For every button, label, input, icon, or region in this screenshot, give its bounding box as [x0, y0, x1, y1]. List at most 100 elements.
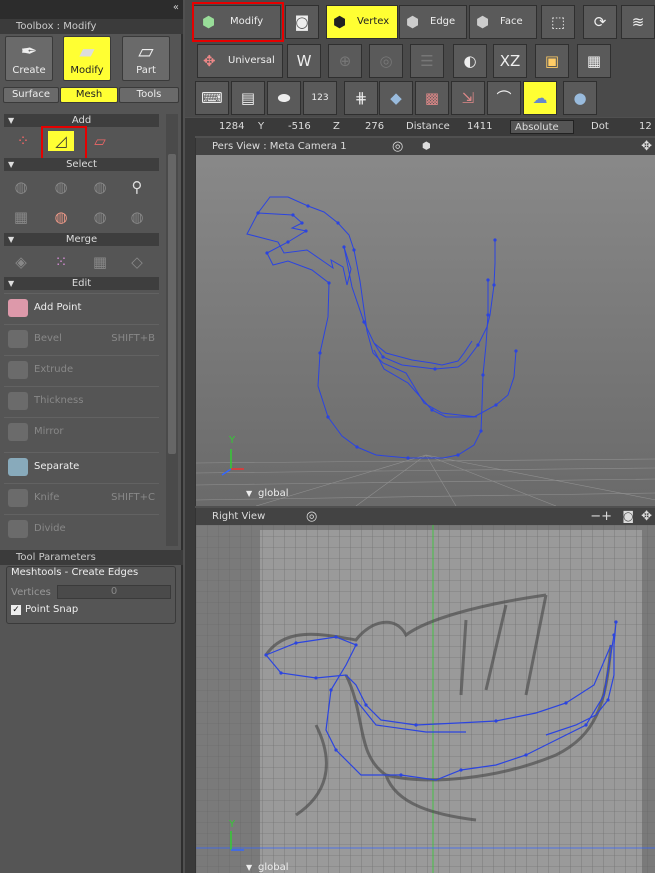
- merge-icon[interactable]: ◈: [8, 252, 34, 272]
- extrude-command[interactable]: Extrude: [4, 355, 159, 383]
- keyboard-icon[interactable]: ⌨: [195, 81, 229, 115]
- w-label: W: [296, 52, 312, 70]
- command-label: Mirror: [34, 426, 64, 437]
- cube-icon[interactable]: ⬢: [422, 138, 431, 155]
- highlight-box: [192, 2, 284, 42]
- select-sphere-icon[interactable]: ◍: [48, 177, 74, 197]
- z-label: Z: [333, 121, 340, 132]
- magnifier-icon[interactable]: ⚲: [124, 177, 150, 197]
- section-select[interactable]: ▼ Select: [4, 158, 159, 171]
- select-sphere-icon[interactable]: ◍: [87, 177, 113, 197]
- bevel-command[interactable]: Bevel SHIFT+B: [4, 324, 159, 352]
- select-sphere-icon[interactable]: ◍: [8, 177, 34, 197]
- thickness-command[interactable]: Thickness: [4, 386, 159, 414]
- edge-cube-icon: ⬢: [406, 13, 420, 31]
- scrollbar-thumb[interactable]: [168, 154, 176, 454]
- select-sphere-icon[interactable]: ◍: [87, 207, 113, 227]
- axis-gizmo: [221, 449, 244, 476]
- separate-command[interactable]: Separate: [4, 452, 159, 480]
- dropdown-arrow-icon[interactable]: ▼: [246, 863, 253, 872]
- move-icon[interactable]: ✥: [641, 508, 652, 525]
- section-merge[interactable]: ▼ Merge: [4, 233, 159, 246]
- point-snap-checkbox[interactable]: ✓: [11, 605, 21, 615]
- cylinder-icon[interactable]: ▤: [231, 81, 265, 115]
- pattern-icon[interactable]: ▩: [415, 81, 449, 115]
- move-icon[interactable]: ✥: [641, 138, 652, 155]
- right-view-header: Right View ◎ −+ ◙ ✥: [196, 508, 655, 525]
- select-sphere-icon[interactable]: ◍: [124, 207, 150, 227]
- sphere-render-icon[interactable]: ●: [563, 81, 597, 115]
- target-icon[interactable]: ⊕: [328, 44, 362, 78]
- axis-icon: ✥: [203, 52, 216, 70]
- section-edit[interactable]: ▼ Edit: [4, 277, 159, 290]
- vertex-mode-button[interactable]: ⬢ Vertex: [326, 5, 398, 39]
- vertices-field[interactable]: 0: [57, 585, 171, 599]
- part-mode-label: Part: [136, 65, 156, 76]
- blocks-icon[interactable]: ◆: [379, 81, 413, 115]
- modify-mode-button[interactable]: ▰ Modify: [63, 36, 111, 81]
- target-icon[interactable]: ◎: [392, 138, 403, 155]
- create-face-tool-icon[interactable]: ▱: [87, 131, 113, 151]
- face-mode-button[interactable]: ⬢ Face: [469, 5, 537, 39]
- right-viewport[interactable]: Right View ◎ −+ ◙ ✥ Y global ▼: [195, 508, 655, 873]
- collapse-icon[interactable]: «: [173, 2, 179, 13]
- perspective-view-header: Pers View : Meta Camera 1 ◎ ⬢ ✥: [196, 138, 655, 155]
- add-point-command[interactable]: Add Point: [4, 293, 159, 321]
- highlight-box: [41, 126, 87, 161]
- merge-points-icon[interactable]: ⁙: [48, 252, 74, 272]
- vertex-markers: [256, 204, 518, 460]
- knife-command[interactable]: Knife SHIFT+C: [4, 483, 159, 511]
- command-label: Divide: [34, 523, 66, 534]
- zoom-controls[interactable]: −+: [590, 508, 612, 525]
- distance-label: Distance: [406, 121, 450, 132]
- world-axis-icon[interactable]: W: [287, 44, 321, 78]
- xz-plane-button[interactable]: XZ: [493, 44, 527, 78]
- edge-mode-button[interactable]: ⬢ Edge: [399, 5, 467, 39]
- select-plane-icon[interactable]: ▦: [8, 207, 34, 227]
- universal-manipulator-dropdown[interactable]: ✥ Universal: [197, 44, 283, 78]
- toolbox-scrollbar[interactable]: [166, 114, 178, 546]
- camera-icon[interactable]: ◙: [622, 508, 634, 525]
- perspective-viewport[interactable]: Pers View : Meta Camera 1 ◎ ⬢ ✥ Y global…: [195, 138, 655, 506]
- perspective-view-title: Pers View : Meta Camera 1: [212, 141, 347, 152]
- shortcut-label: SHIFT+C: [111, 492, 155, 503]
- circle-target-icon[interactable]: ◎: [369, 44, 403, 78]
- point-move-icon[interactable]: ⇲: [451, 81, 485, 115]
- grid-icon[interactable]: ▦: [577, 44, 611, 78]
- tool-group-title: Meshtools - Create Edges: [11, 567, 139, 578]
- quad-view-icon[interactable]: ▣: [535, 44, 569, 78]
- bridge-icon[interactable]: ⌒: [487, 81, 521, 115]
- y-axis-label: Y: [228, 819, 236, 830]
- select-rect-icon[interactable]: ⬚: [541, 5, 575, 39]
- add-point-tool-icon[interactable]: ⁘: [10, 131, 36, 151]
- select-ball-icon[interactable]: ◍: [48, 207, 74, 227]
- part-mode-button[interactable]: ▱ Part: [122, 36, 170, 81]
- capsule-icon[interactable]: ⬬: [267, 81, 301, 115]
- collapse-triangle-icon: ▼: [8, 279, 15, 288]
- target-icon[interactable]: ◎: [306, 508, 317, 525]
- dropdown-arrow-icon[interactable]: ▼: [246, 489, 253, 498]
- modify-mode-label: Modify: [70, 65, 104, 76]
- absolute-dropdown[interactable]: Absolute: [510, 120, 574, 134]
- command-label: Add Point: [34, 302, 82, 313]
- globe-icon[interactable]: ◐: [453, 44, 487, 78]
- panel-titlebar: «: [0, 0, 183, 19]
- brush-icon[interactable]: ≋: [621, 5, 655, 39]
- merge-shape-icon[interactable]: ◇: [124, 252, 150, 272]
- x-value: 1284: [219, 121, 245, 132]
- tab-tools[interactable]: Tools: [119, 87, 179, 103]
- merge-grid-icon[interactable]: ▦: [87, 252, 113, 272]
- camera-icon[interactable]: ◙: [285, 5, 319, 39]
- divide-command[interactable]: Divide: [4, 514, 159, 542]
- create-mode-button[interactable]: ✒ Create: [5, 36, 53, 81]
- rotate-icon[interactable]: ⟳: [583, 5, 617, 39]
- sculpt-icon[interactable]: ☁: [523, 81, 557, 115]
- tab-surface[interactable]: Surface: [3, 87, 59, 103]
- mirror-command[interactable]: Mirror: [4, 417, 159, 445]
- pen-icon: ✒: [20, 39, 38, 63]
- tab-mesh[interactable]: Mesh: [60, 87, 118, 103]
- shortcut-label: SHIFT+B: [111, 333, 155, 344]
- mesh-grid-icon[interactable]: ⋕: [344, 81, 378, 115]
- layers-icon[interactable]: ☰: [410, 44, 444, 78]
- numeric-input-button[interactable]: 123: [303, 81, 337, 115]
